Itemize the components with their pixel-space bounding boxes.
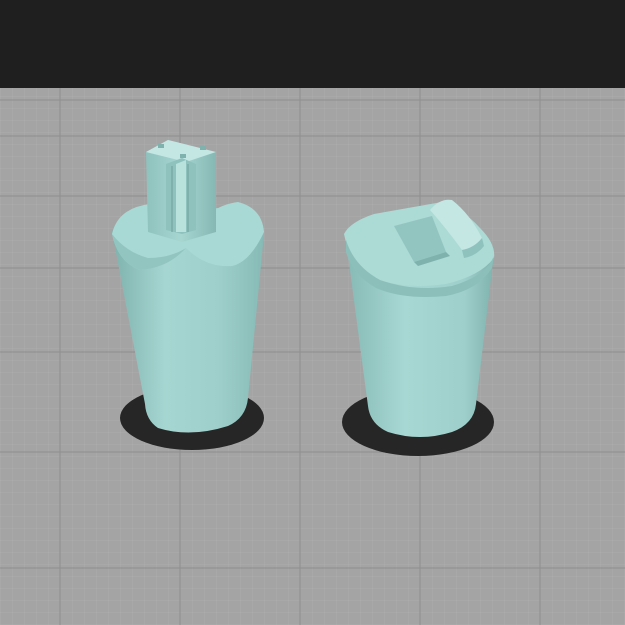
scene-canvas[interactable] (0, 0, 625, 625)
build-plate[interactable] (0, 88, 625, 625)
3d-viewport[interactable] (0, 0, 625, 625)
background-top (0, 0, 625, 92)
model-part-with-slot[interactable] (342, 199, 495, 456)
model-peg (146, 140, 216, 242)
